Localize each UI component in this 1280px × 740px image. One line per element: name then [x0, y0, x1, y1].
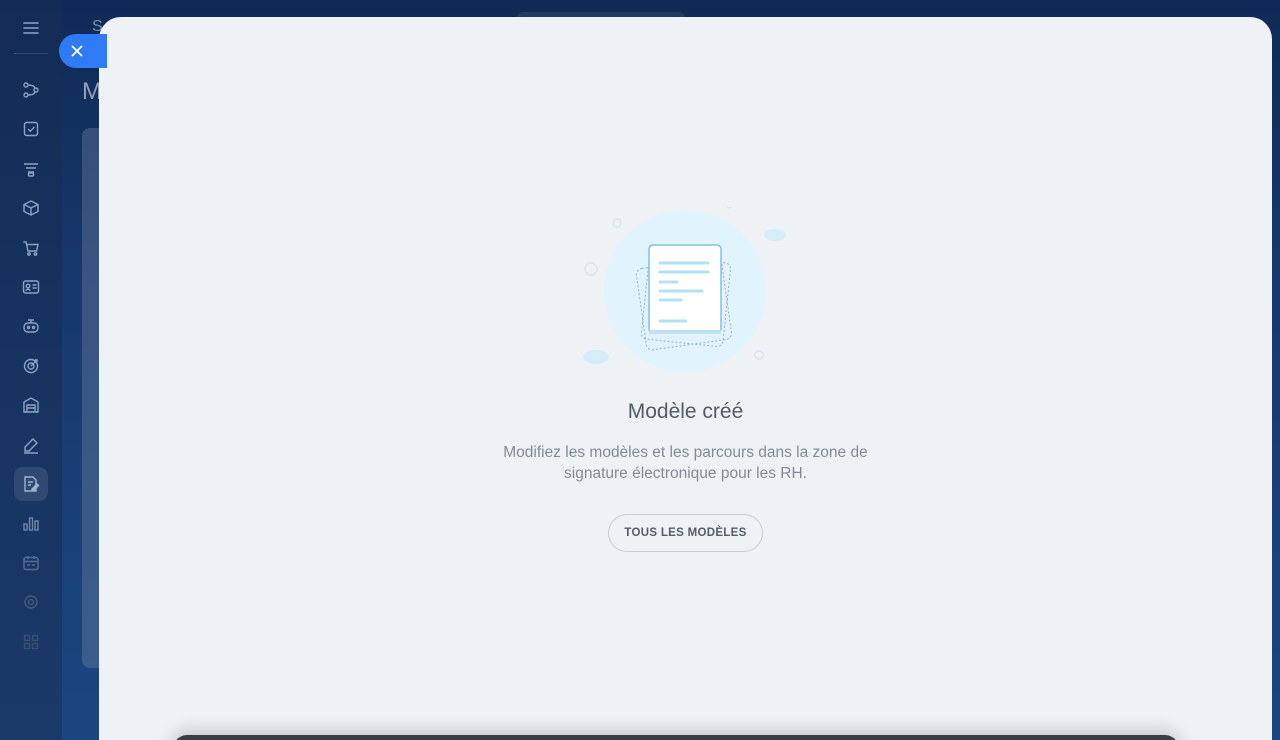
sign-doc-icon[interactable] — [14, 467, 48, 501]
filter-icon[interactable] — [14, 152, 48, 186]
settings-icon[interactable] — [14, 585, 48, 619]
close-icon — [71, 45, 83, 57]
left-sidebar — [0, 0, 62, 740]
bottom-panel — [173, 735, 1179, 740]
box-icon[interactable] — [14, 191, 48, 225]
all-templates-button[interactable]: TOUS LES MODÈLES — [608, 514, 763, 552]
warehouse-icon[interactable] — [14, 388, 48, 422]
document-illustration-icon — [583, 207, 786, 372]
modal-title: Modèle créé — [627, 400, 744, 423]
modal-description: Modifiez les modèles et les parcours dan… — [503, 444, 868, 482]
contact-card-icon[interactable] — [14, 270, 48, 304]
cart-icon[interactable] — [14, 231, 48, 265]
slider-modal: Modèle créé Modifiez les modèles et les … — [99, 17, 1272, 740]
sidebar-divider — [14, 53, 48, 54]
calendar-icon[interactable] — [14, 546, 48, 580]
close-button[interactable] — [59, 34, 107, 68]
crm-icon[interactable] — [14, 73, 48, 107]
robot-icon[interactable] — [14, 309, 48, 343]
tasks-icon[interactable] — [14, 112, 48, 146]
analytics-icon[interactable] — [14, 506, 48, 540]
target-icon[interactable] — [14, 349, 48, 383]
menu-icon[interactable] — [21, 18, 41, 38]
apps-icon[interactable] — [14, 625, 48, 659]
sign-pen-icon[interactable] — [14, 428, 48, 462]
